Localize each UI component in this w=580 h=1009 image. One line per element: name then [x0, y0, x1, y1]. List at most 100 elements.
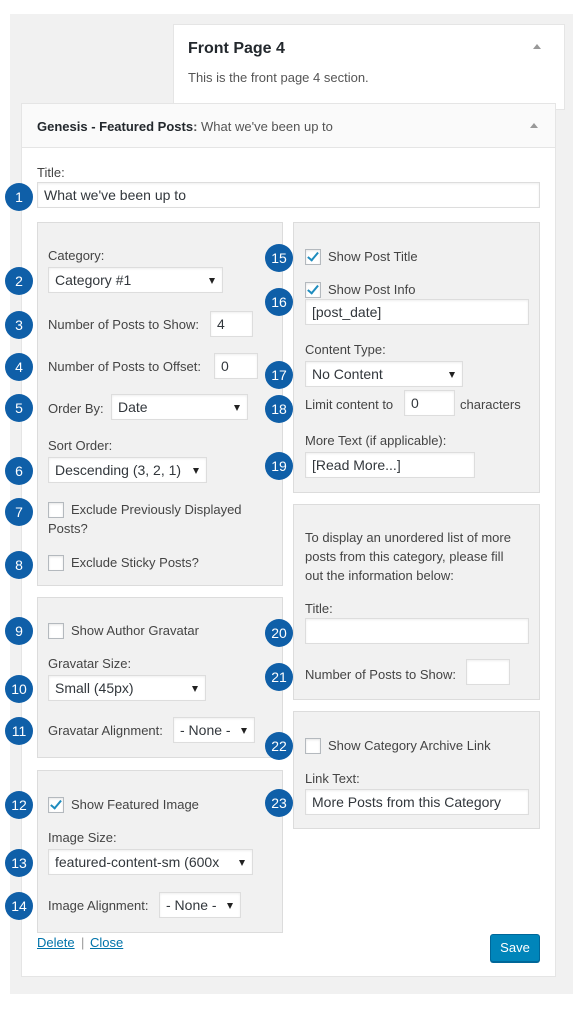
close-link[interactable]: Close — [90, 935, 123, 950]
annotation-badge: 9 — [5, 617, 33, 645]
save-button[interactable]: Save — [490, 934, 540, 962]
sort-order-select[interactable]: Descending (3, 2, 1) — [48, 457, 207, 483]
chevron-down-icon — [192, 686, 198, 692]
show-featured-image-label: Show Featured Image — [71, 797, 199, 812]
annotation-badge: 16 — [265, 288, 293, 316]
show-archive-link-checkbox[interactable] — [305, 738, 321, 754]
sort-order-label: Sort Order: — [48, 438, 113, 453]
gravatar-size-label: Gravatar Size: — [48, 656, 132, 671]
section-collapse-arrow-icon[interactable] — [533, 44, 541, 49]
extra-num-posts-label: Number of Posts to Show: — [305, 667, 457, 682]
order-by-select[interactable]: Date — [111, 394, 248, 420]
extra-posts-description-line2: posts from this category, please fill — [305, 549, 504, 564]
checkmark-icon — [50, 797, 62, 810]
show-post-info-label: Show Post Info — [328, 282, 416, 297]
extra-posts-description-line3: out the information below: — [305, 568, 454, 583]
exclude-previous-checkbox[interactable] — [48, 502, 64, 518]
content-type-label: Content Type: — [305, 342, 386, 357]
category-label: Category: — [48, 248, 105, 263]
order-by-value: Date — [118, 399, 148, 415]
widget-instance-title: What we've been up to — [201, 119, 333, 134]
extra-posts-description-line1: To display an unordered list of more — [305, 530, 511, 545]
exclude-previous-label-cont: Posts? — [48, 521, 88, 536]
gravatar-size-value: Small (45px) — [55, 680, 134, 696]
widget-title-separator: : — [193, 119, 198, 134]
post-info-input[interactable]: [post_date] — [305, 299, 529, 325]
title-input[interactable]: What we've been up to — [37, 182, 540, 208]
offset-input[interactable]: 0 — [214, 353, 258, 379]
annotation-badge: 8 — [5, 551, 33, 579]
limit-characters-label: characters — [460, 397, 521, 412]
title-label: Title: — [37, 165, 65, 180]
widget-name: Genesis - Featured Posts — [37, 119, 194, 134]
annotation-badge: 20 — [265, 619, 293, 647]
section-description: This is the front page 4 section. — [188, 70, 369, 85]
chevron-down-icon — [227, 903, 233, 909]
show-post-title-checkbox[interactable] — [305, 249, 321, 265]
order-by-label: Order By: — [48, 401, 104, 416]
image-size-value: featured-content-sm (600x — [55, 854, 220, 870]
image-align-value: - None - — [166, 897, 217, 913]
annotation-badge: 12 — [5, 791, 33, 819]
more-text-label: More Text (if applicable): — [305, 433, 447, 448]
num-posts-label: Number of Posts to Show: — [48, 317, 200, 332]
exclude-sticky-checkbox[interactable] — [48, 555, 64, 571]
annotation-badge: 19 — [265, 452, 293, 480]
image-align-select[interactable]: - None - — [159, 892, 241, 918]
extra-title-input[interactable] — [305, 618, 529, 644]
show-archive-link-label: Show Category Archive Link — [328, 738, 491, 753]
image-size-label: Image Size: — [48, 830, 117, 845]
extra-num-posts-input[interactable] — [466, 659, 510, 685]
link-text-input[interactable]: More Posts from this Category — [305, 789, 529, 815]
content-type-value: No Content — [312, 366, 383, 382]
annotation-badge: 5 — [5, 394, 33, 422]
annotation-badge: 7 — [5, 498, 33, 526]
annotation-badge: 18 — [265, 395, 293, 423]
exclude-sticky-label: Exclude Sticky Posts? — [71, 555, 199, 570]
annotation-badge: 1 — [5, 183, 33, 211]
chevron-down-icon — [234, 405, 240, 411]
show-gravatar-label: Show Author Gravatar — [71, 623, 199, 638]
chevron-down-icon — [239, 860, 245, 866]
checkmark-icon — [307, 282, 319, 295]
show-gravatar-checkbox[interactable] — [48, 623, 64, 639]
checkmark-icon — [307, 249, 319, 262]
section-title[interactable]: Front Page 4 — [188, 40, 285, 58]
annotation-badge: 21 — [265, 663, 293, 691]
sort-order-value: Descending (3, 2, 1) — [55, 462, 182, 478]
gravatar-align-value: - None - — [180, 722, 231, 738]
widget-collapse-arrow-icon[interactable] — [530, 123, 538, 128]
gravatar-size-select[interactable]: Small (45px) — [48, 675, 206, 701]
gravatar-align-label: Gravatar Alignment: — [48, 723, 163, 738]
chevron-down-icon — [193, 468, 199, 474]
annotation-badge: 10 — [5, 675, 33, 703]
category-select[interactable]: Category #1 — [48, 267, 223, 293]
annotation-badge: 14 — [5, 892, 33, 920]
annotation-badge: 3 — [5, 311, 33, 339]
show-post-info-checkbox[interactable] — [305, 282, 321, 298]
annotation-badge: 11 — [5, 717, 33, 745]
offset-label: Number of Posts to Offset: — [48, 359, 201, 374]
extra-title-label: Title: — [305, 601, 333, 616]
show-post-title-label: Show Post Title — [328, 249, 418, 264]
annotation-badge: 6 — [5, 457, 33, 485]
show-featured-image-checkbox[interactable] — [48, 797, 64, 813]
delete-link[interactable]: Delete — [37, 935, 75, 950]
chevron-down-icon — [449, 372, 455, 378]
num-posts-input[interactable]: 4 — [210, 311, 253, 337]
widget-title[interactable]: Genesis - Featured Posts: What we've bee… — [37, 119, 333, 134]
image-size-select[interactable]: featured-content-sm (600x — [48, 849, 253, 875]
annotation-badge: 15 — [265, 244, 293, 272]
content-type-select[interactable]: No Content — [305, 361, 463, 387]
annotation-badge: 23 — [265, 789, 293, 817]
exclude-previous-label: Exclude Previously Displayed — [71, 502, 242, 517]
more-text-input[interactable]: [Read More...] — [305, 452, 475, 478]
annotation-badge: 13 — [5, 849, 33, 877]
limit-content-input[interactable]: 0 — [404, 390, 455, 416]
footer-divider: | — [81, 935, 85, 950]
category-value: Category #1 — [55, 272, 132, 288]
gravatar-align-select[interactable]: - None - — [173, 717, 255, 743]
section-card — [173, 24, 565, 110]
annotation-badge: 2 — [5, 267, 33, 295]
image-align-label: Image Alignment: — [48, 898, 149, 913]
